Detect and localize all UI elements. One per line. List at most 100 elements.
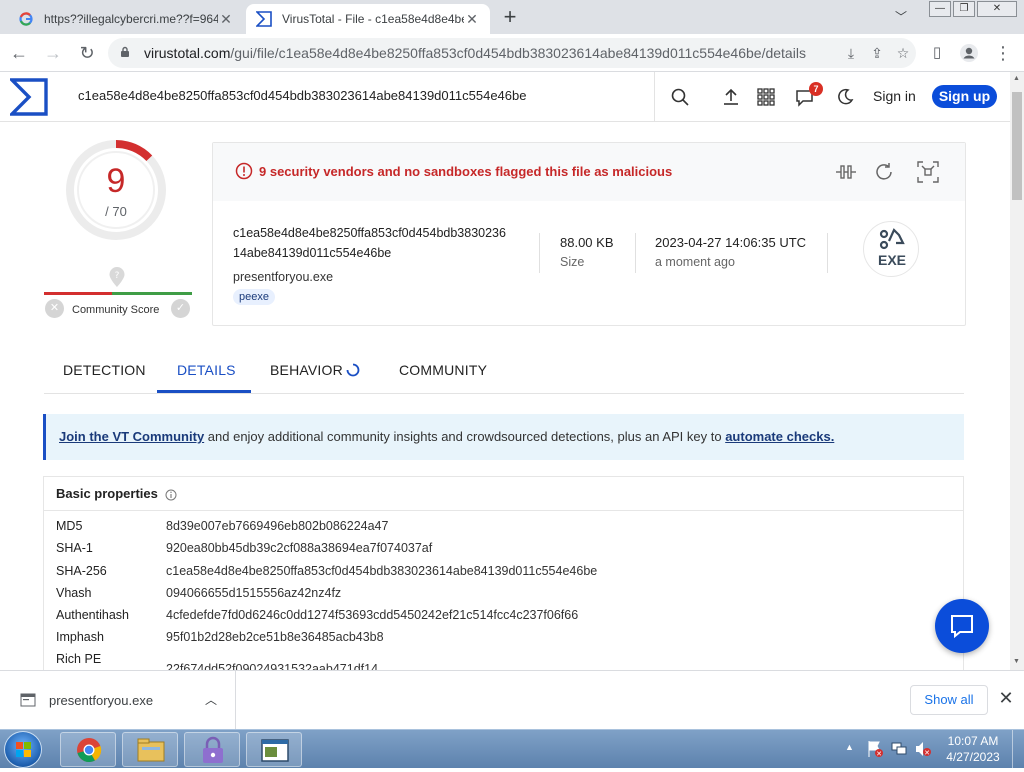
tab-detection[interactable]: DETECTION xyxy=(63,362,146,378)
property-value[interactable]: 094066655d1515556az42nz4fz xyxy=(166,586,341,600)
chrome-icon xyxy=(77,738,102,763)
property-key: MD5 xyxy=(56,519,83,533)
bookmark-star-icon[interactable]: ☆ xyxy=(890,45,916,62)
file-size-label: Size xyxy=(560,255,585,269)
minimize-button[interactable]: — xyxy=(929,1,951,17)
volume-muted-icon[interactable]: ✕ xyxy=(914,740,932,758)
property-value[interactable]: 8d39e007eb7669496eb802b086224a47 xyxy=(166,519,388,533)
install-icon[interactable]: ⤓ xyxy=(838,45,864,62)
page-scrollbar[interactable]: ▲ ▼ xyxy=(1010,72,1024,670)
property-value[interactable]: c1ea58e4d8e4be8250ffa853cf0d454bdb383023… xyxy=(166,564,597,578)
file-hash-line2[interactable]: 14abe84139d011c554e46be xyxy=(233,246,391,260)
scrollbar-thumb[interactable] xyxy=(1012,92,1022,200)
show-desktop-button[interactable] xyxy=(1012,730,1024,769)
join-community-link[interactable]: Join the VT Community xyxy=(59,429,204,444)
graph-icon[interactable] xyxy=(917,161,939,183)
scroll-down-icon[interactable]: ▼ xyxy=(1013,658,1020,665)
chevron-up-icon[interactable]: ︿ xyxy=(205,691,217,708)
browser-tab-1[interactable]: https??illegalcybercri.me??f=964ebde ✕ xyxy=(8,4,244,34)
side-panel-icon[interactable]: ▯ xyxy=(924,40,950,66)
loading-spinner-icon xyxy=(346,363,360,377)
start-button[interactable] xyxy=(4,731,42,768)
vt-header: c1ea58e4d8e4be8250ffa853cf0d454bdb383023… xyxy=(0,72,1010,122)
virustotal-logo-icon[interactable] xyxy=(7,78,48,116)
compare-icon[interactable] xyxy=(835,161,857,183)
reanalyze-icon[interactable] xyxy=(873,161,895,183)
url-text: virustotal.com/gui/file/c1ea58e4d8e4be82… xyxy=(144,45,806,61)
apps-grid-icon[interactable] xyxy=(754,85,778,109)
new-tab-button[interactable]: + xyxy=(498,6,522,30)
scroll-up-icon[interactable]: ▲ xyxy=(1013,75,1020,82)
address-bar[interactable]: virustotal.com/gui/file/c1ea58e4d8e4be82… xyxy=(108,38,916,68)
application-window-icon xyxy=(261,739,289,762)
signin-link[interactable]: Sign in xyxy=(873,88,916,104)
taskbar-chrome[interactable] xyxy=(60,732,116,767)
chat-icon xyxy=(951,615,973,639)
analysis-date-value: 2023-04-27 14:06:35 UTC xyxy=(655,235,807,250)
property-key: SHA-256 xyxy=(56,564,107,578)
google-icon xyxy=(18,11,34,27)
tabs-separator xyxy=(44,393,964,394)
file-type-label: EXE xyxy=(877,252,906,268)
reload-button[interactable]: ↻ xyxy=(74,40,100,66)
maximize-button[interactable]: ❐ xyxy=(953,1,975,17)
upload-icon[interactable] xyxy=(719,85,743,109)
browser-tab-2[interactable]: VirusTotal - File - c1ea58e4d8e4be8250 ✕ xyxy=(246,4,490,34)
detection-count: 9 xyxy=(106,162,126,200)
forward-button[interactable]: → xyxy=(40,40,66,66)
location-pin-icon: ? xyxy=(108,266,126,288)
folder-icon xyxy=(137,738,165,762)
automate-checks-link[interactable]: automate checks. xyxy=(725,429,834,444)
taskbar-window-app[interactable] xyxy=(246,732,302,767)
share-icon[interactable]: ⇪ xyxy=(864,45,890,62)
dark-mode-icon[interactable] xyxy=(833,85,857,109)
back-button[interactable]: ← xyxy=(6,40,32,66)
virustotal-icon xyxy=(256,11,272,27)
taskbar-clock-time[interactable]: 10:07 AM xyxy=(940,734,1006,748)
close-icon[interactable]: ✕ xyxy=(464,11,480,27)
vote-malicious-icon[interactable]: ✕ xyxy=(45,299,64,318)
properties-separator xyxy=(44,510,963,511)
chevron-down-icon[interactable]: ﹀ xyxy=(895,8,907,25)
property-value[interactable]: 95f01b2d28eb2ce51b8e36485acb43b8 xyxy=(166,630,384,644)
taskbar-explorer[interactable] xyxy=(122,732,178,767)
profile-icon[interactable] xyxy=(956,40,982,66)
lock-icon xyxy=(120,46,136,61)
vote-harmless-icon[interactable]: ✓ xyxy=(171,299,190,318)
tab-behavior[interactable]: BEHAVIOR xyxy=(270,362,343,378)
property-key: Imphash xyxy=(56,630,104,644)
windows-logo-icon xyxy=(16,742,31,757)
taskbar-lock-app[interactable] xyxy=(184,732,240,767)
show-all-button[interactable]: Show all xyxy=(910,685,988,715)
notification-badge: 7 xyxy=(809,82,823,96)
taskbar-clock-date[interactable]: 4/27/2023 xyxy=(940,750,1006,764)
tab-details[interactable]: DETAILS xyxy=(177,362,236,378)
browser-tab-title: https??illegalcybercri.me??f=964ebde xyxy=(44,12,218,26)
action-center-icon[interactable]: ✕ xyxy=(866,740,884,758)
file-tag[interactable]: peexe xyxy=(233,289,275,305)
more-menu-icon[interactable]: ⋮ xyxy=(990,40,1016,66)
close-icon[interactable]: ✕ xyxy=(996,688,1016,709)
download-item[interactable]: presentforyou.exe ︿ xyxy=(0,671,236,729)
file-size-value: 88.00 KB xyxy=(560,235,614,250)
search-icon[interactable] xyxy=(668,85,692,109)
info-icon[interactable] xyxy=(165,489,177,501)
property-value[interactable]: 920ea80bb45db39c2cf088a38694ea7f074037af xyxy=(166,541,432,555)
malicious-alert-bar: 9 security vendors and no sandboxes flag… xyxy=(213,143,965,201)
browser-tab-title: VirusTotal - File - c1ea58e4d8e4be8250 xyxy=(282,12,464,26)
community-banner: Join the VT Community and enjoy addition… xyxy=(43,414,964,460)
chat-button[interactable] xyxy=(935,599,989,653)
file-name: presentforyou.exe xyxy=(233,270,334,284)
network-icon[interactable] xyxy=(890,740,908,758)
tab-community[interactable]: COMMUNITY xyxy=(399,362,487,378)
signup-button[interactable]: Sign up xyxy=(932,85,997,108)
property-value[interactable]: 4cfedefde7fd0d6246c0dd1274f53693cdd54502… xyxy=(166,608,578,622)
close-window-button[interactable]: ✕ xyxy=(977,1,1017,17)
property-key: Authentihash xyxy=(56,608,129,622)
property-key: SHA-1 xyxy=(56,541,93,555)
file-hash-line1[interactable]: c1ea58e4d8e4be8250ffa853cf0d454bdb383023… xyxy=(233,226,506,240)
banner-middle-text: and enjoy additional community insights … xyxy=(204,429,726,444)
tray-expand-icon[interactable]: ▲ xyxy=(845,742,854,752)
close-icon[interactable]: ✕ xyxy=(218,11,234,27)
search-input[interactable]: c1ea58e4d8e4be8250ffa853cf0d454bdb383023… xyxy=(78,88,526,103)
